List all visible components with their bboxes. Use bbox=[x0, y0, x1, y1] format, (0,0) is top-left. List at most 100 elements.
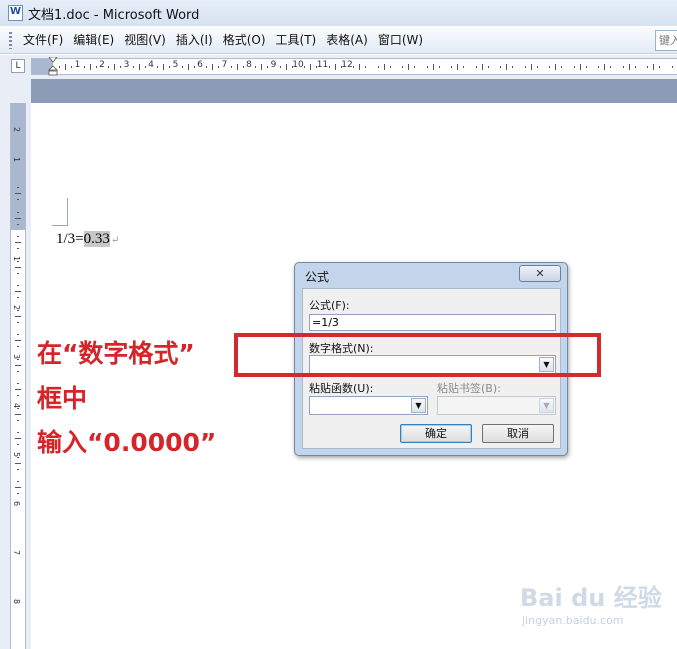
ruler-tick bbox=[206, 66, 208, 68]
menu-tools[interactable]: 工具(T) bbox=[271, 30, 322, 50]
text-boundary-corner bbox=[52, 198, 68, 226]
watermark-url: jingyan.baidu.com bbox=[522, 614, 624, 627]
ruler-tick bbox=[310, 64, 312, 70]
ruler-tick bbox=[536, 66, 538, 68]
ruler-tick bbox=[549, 66, 551, 68]
ruler-number: 8 bbox=[246, 60, 252, 70]
ruler-tick bbox=[604, 64, 606, 70]
ruler-tick bbox=[579, 64, 581, 70]
ruler-tick bbox=[95, 66, 97, 68]
paste-function-combo[interactable]: ▼ bbox=[309, 396, 428, 415]
ruler-tick bbox=[181, 66, 183, 68]
ruler-tick bbox=[487, 66, 489, 68]
ruler-tick bbox=[659, 66, 661, 68]
ruler-tick bbox=[598, 66, 600, 68]
cancel-button[interactable]: 取消 bbox=[482, 424, 554, 443]
ruler-number: 7 bbox=[12, 549, 22, 556]
menu-window[interactable]: 窗口(W) bbox=[373, 30, 428, 50]
ruler-number: 5 bbox=[172, 60, 179, 70]
ruler-tick bbox=[15, 315, 21, 317]
ruler-tick bbox=[138, 64, 140, 70]
ruler-tick bbox=[157, 66, 159, 68]
menu-format[interactable]: 格式(O) bbox=[218, 30, 271, 50]
ruler-tick bbox=[15, 266, 21, 268]
ruler-tick bbox=[230, 66, 232, 68]
ruler-tick bbox=[408, 64, 410, 70]
menu-edit[interactable]: 编辑(E) bbox=[68, 30, 119, 50]
ruler-tick bbox=[561, 66, 563, 68]
dialog-title: 公式 bbox=[305, 270, 330, 284]
ruler-tick bbox=[17, 468, 19, 470]
doc-text-prefix: 1/3= bbox=[56, 231, 84, 247]
ruler-tick bbox=[17, 236, 19, 238]
ruler-tick bbox=[671, 66, 673, 68]
ruler-tick bbox=[15, 340, 21, 342]
ruler-tick bbox=[426, 66, 428, 68]
ruler-tick bbox=[15, 217, 21, 219]
ruler-tick bbox=[451, 66, 453, 68]
ruler-tick bbox=[285, 64, 287, 70]
ruler-tick bbox=[524, 66, 526, 68]
ruler-tick bbox=[475, 66, 477, 68]
ruler-tick bbox=[17, 285, 19, 287]
ruler-tick bbox=[17, 493, 19, 495]
indent-marker-icon[interactable] bbox=[48, 57, 58, 76]
window-title: 文档1.doc - Microsoft Word bbox=[28, 7, 200, 23]
ruler-tick bbox=[15, 438, 21, 440]
help-search-input[interactable]: 键入 bbox=[655, 30, 677, 51]
close-icon[interactable]: ✕ bbox=[519, 265, 561, 282]
ruler-tick bbox=[438, 66, 440, 68]
ruler-tick bbox=[17, 297, 19, 299]
page-top-gray-band bbox=[31, 79, 677, 103]
ruler-tick bbox=[353, 66, 355, 68]
ruler-tick bbox=[457, 64, 459, 70]
ruler-tick bbox=[432, 64, 434, 70]
horizontal-ruler[interactable]: 1 2 3 4 5 6 7 8 9 10 11 12 bbox=[31, 57, 677, 76]
ruler-tick bbox=[359, 64, 361, 70]
ruler-tick bbox=[15, 364, 21, 366]
ruler-tick bbox=[15, 487, 21, 489]
ruler-tick bbox=[132, 66, 134, 68]
ruler-tick bbox=[65, 64, 67, 70]
ruler-tick bbox=[89, 64, 91, 70]
ruler-number: 1 bbox=[12, 255, 22, 262]
menu-insert[interactable]: 插入(I) bbox=[171, 30, 218, 50]
word-window: 文档1.doc - Microsoft Word 文件(F) 编辑(E) 视图(… bbox=[0, 0, 677, 649]
ruler-tick bbox=[383, 64, 385, 70]
ruler-tick bbox=[17, 395, 19, 397]
formula-input[interactable]: =1/3 bbox=[309, 314, 556, 331]
paste-bookmark-combo[interactable]: ▼ bbox=[437, 396, 556, 415]
ruler-tick bbox=[573, 66, 575, 68]
ruler-tick bbox=[377, 66, 379, 68]
ruler-tick bbox=[169, 66, 171, 68]
ruler-tick bbox=[17, 321, 19, 323]
ruler-number: 5 bbox=[12, 451, 22, 458]
ruler-tick bbox=[15, 242, 21, 244]
toolbar-grip-handle[interactable] bbox=[9, 31, 12, 49]
ruler-tick bbox=[512, 66, 514, 68]
tab-selector-button[interactable]: L bbox=[11, 59, 25, 73]
menu-table[interactable]: 表格(A) bbox=[321, 30, 373, 50]
menu-file[interactable]: 文件(F) bbox=[18, 30, 68, 50]
ruler-tick bbox=[365, 66, 367, 68]
title-bar: 文档1.doc - Microsoft Word bbox=[0, 0, 677, 26]
ruler-tick bbox=[236, 64, 238, 70]
vertical-ruler[interactable]: 2 1 1 2 3 4 5 6 7 8 bbox=[10, 103, 26, 649]
ruler-number: 4 bbox=[12, 402, 22, 409]
paragraph-mark-icon: ↵ bbox=[110, 235, 120, 246]
ok-button[interactable]: 确定 bbox=[400, 424, 472, 443]
ruler-tick bbox=[17, 481, 19, 483]
annotation-line-3: 输入“0.0000” bbox=[37, 428, 217, 457]
chevron-down-icon[interactable]: ▼ bbox=[411, 398, 426, 413]
document-text-line[interactable]: 1/3=0.33↵ bbox=[56, 231, 119, 248]
ruler-tick bbox=[402, 66, 404, 68]
ruler-tick bbox=[610, 66, 612, 68]
chevron-down-icon[interactable]: ▼ bbox=[539, 398, 554, 413]
menu-bar: 文件(F) 编辑(E) 视图(V) 插入(I) 格式(O) 工具(T) 表格(A… bbox=[0, 27, 677, 54]
ruler-tick bbox=[17, 187, 19, 189]
menu-view[interactable]: 视图(V) bbox=[119, 30, 171, 50]
ruler-tick bbox=[389, 66, 391, 68]
field-result-highlight[interactable]: 0.33 bbox=[83, 231, 110, 247]
ruler-tick bbox=[628, 64, 630, 70]
ruler-tick bbox=[218, 66, 220, 68]
